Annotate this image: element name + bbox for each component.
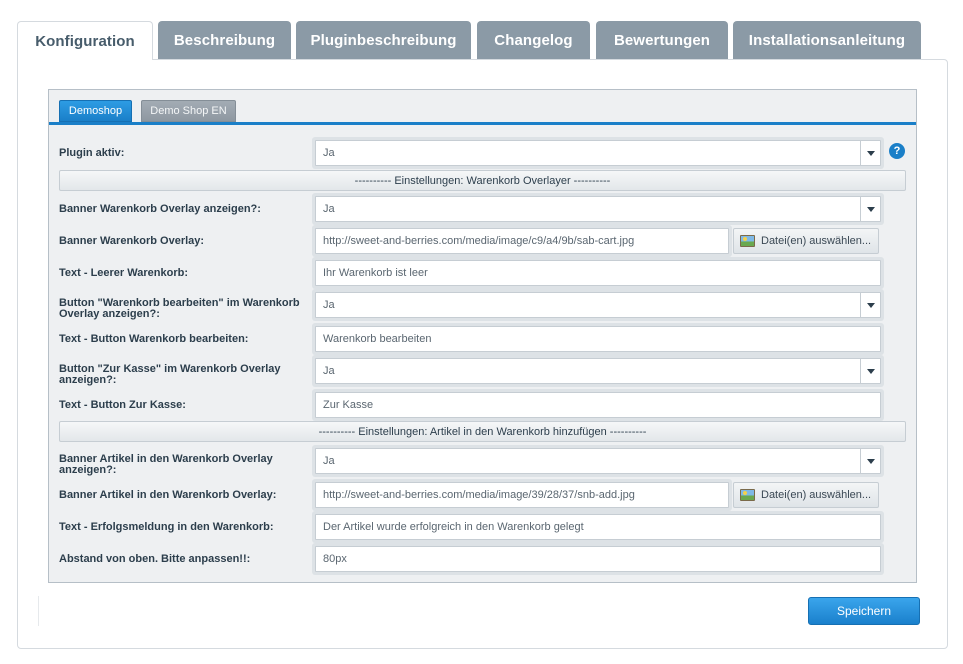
tab-pluginbeschreibung[interactable]: Pluginbeschreibung (296, 21, 471, 59)
tab-installationsanleitung[interactable]: Installationsanleitung (733, 21, 921, 59)
tab-bewertungen[interactable]: Bewertungen (596, 21, 728, 59)
banner-add-label: Banner Artikel in den Warenkorb Overlay: (59, 489, 277, 501)
banner-cart-url-value: http://sweet-and-berries.com/media/image… (323, 235, 635, 247)
checkout-button-show-value: Ja (323, 365, 335, 377)
shop-tab-demoshop[interactable]: Demoshop (59, 100, 132, 122)
plugin-active-label: Plugin aktiv: (59, 147, 125, 159)
image-icon (740, 235, 755, 247)
footer-divider (38, 596, 39, 626)
checkout-button-show-select[interactable]: Ja (315, 358, 881, 384)
banner-add-url-value: http://sweet-and-berries.com/media/image… (323, 489, 635, 501)
tab-changelog[interactable]: Changelog (477, 21, 590, 59)
tab-konfiguration[interactable]: Konfiguration (17, 21, 153, 60)
checkout-button-text-value: Zur Kasse (323, 399, 374, 411)
banner-cart-show-label: Banner Warenkorb Overlay anzeigen?: (59, 203, 261, 215)
top-offset-label: Abstand von oben. Bitte anpassen!!: (59, 553, 251, 565)
tab-underline (49, 122, 916, 125)
chevron-down-icon[interactable] (860, 197, 880, 221)
empty-cart-text-input[interactable]: Ihr Warenkorb ist leer (315, 260, 881, 286)
chevron-down-icon[interactable] (860, 141, 880, 165)
section-header-add-to-cart: ---------- Einstellungen: Artikel in den… (59, 421, 906, 442)
shop-tab-demo-shop-en[interactable]: Demo Shop EN (141, 100, 236, 122)
empty-cart-text-value: Ihr Warenkorb ist leer (323, 267, 428, 279)
success-text-label: Text - Erfolgsmeldung in den Warenkorb: (59, 521, 274, 533)
banner-cart-show-value: Ja (323, 203, 335, 215)
banner-cart-url-input[interactable]: http://sweet-and-berries.com/media/image… (315, 228, 729, 254)
edit-button-show-select[interactable]: Ja (315, 292, 881, 318)
banner-cart-show-select[interactable]: Ja (315, 196, 881, 222)
checkout-button-show-label: Button "Zur Kasse" im Warenkorb Overlay … (59, 363, 281, 386)
edit-button-show-label: Button "Warenkorb bearbeiten" im Warenko… (59, 297, 300, 320)
file-button-label: Datei(en) auswählen... (761, 489, 872, 501)
plugin-active-select[interactable]: Ja (315, 140, 881, 166)
checkout-button-text-label: Text - Button Zur Kasse: (59, 399, 186, 411)
chevron-down-icon[interactable] (860, 359, 880, 383)
banner-cart-file-button[interactable]: Datei(en) auswählen... (733, 228, 879, 254)
success-text-input[interactable]: Der Artikel wurde erfolgreich in den War… (315, 514, 881, 540)
banner-cart-label: Banner Warenkorb Overlay: (59, 235, 205, 247)
edit-button-text-value: Warenkorb bearbeiten (323, 333, 432, 345)
chevron-down-icon[interactable] (860, 293, 880, 317)
empty-cart-text-label: Text - Leerer Warenkorb: (59, 267, 188, 279)
image-icon (740, 489, 755, 501)
top-offset-value: 80px (323, 553, 347, 565)
section-header-cart-overlay: ---------- Einstellungen: Warenkorb Over… (59, 170, 906, 191)
banner-add-show-label: Banner Artikel in den Warenkorb Overlay … (59, 453, 273, 476)
edit-button-text-label: Text - Button Warenkorb bearbeiten: (59, 333, 249, 345)
edit-button-text-input[interactable]: Warenkorb bearbeiten (315, 326, 881, 352)
file-button-label: Datei(en) auswählen... (761, 235, 872, 247)
checkout-button-text-input[interactable]: Zur Kasse (315, 392, 881, 418)
banner-add-url-input[interactable]: http://sweet-and-berries.com/media/image… (315, 482, 729, 508)
banner-add-show-select[interactable]: Ja (315, 448, 881, 474)
help-icon[interactable]: ? (889, 143, 905, 159)
banner-add-file-button[interactable]: Datei(en) auswählen... (733, 482, 879, 508)
config-form: Demoshop Demo Shop EN Plugin aktiv: Ja ?… (48, 89, 917, 583)
chevron-down-icon[interactable] (860, 449, 880, 473)
banner-add-show-value: Ja (323, 455, 335, 467)
top-tab-bar: Konfiguration Beschreibung Pluginbeschre… (17, 21, 947, 60)
success-text-value: Der Artikel wurde erfolgreich in den War… (323, 521, 584, 533)
plugin-active-value: Ja (323, 147, 335, 159)
save-button[interactable]: Speichern (808, 597, 920, 625)
top-offset-input[interactable]: 80px (315, 546, 881, 572)
edit-button-show-value: Ja (323, 299, 335, 311)
tab-beschreibung[interactable]: Beschreibung (158, 21, 291, 59)
